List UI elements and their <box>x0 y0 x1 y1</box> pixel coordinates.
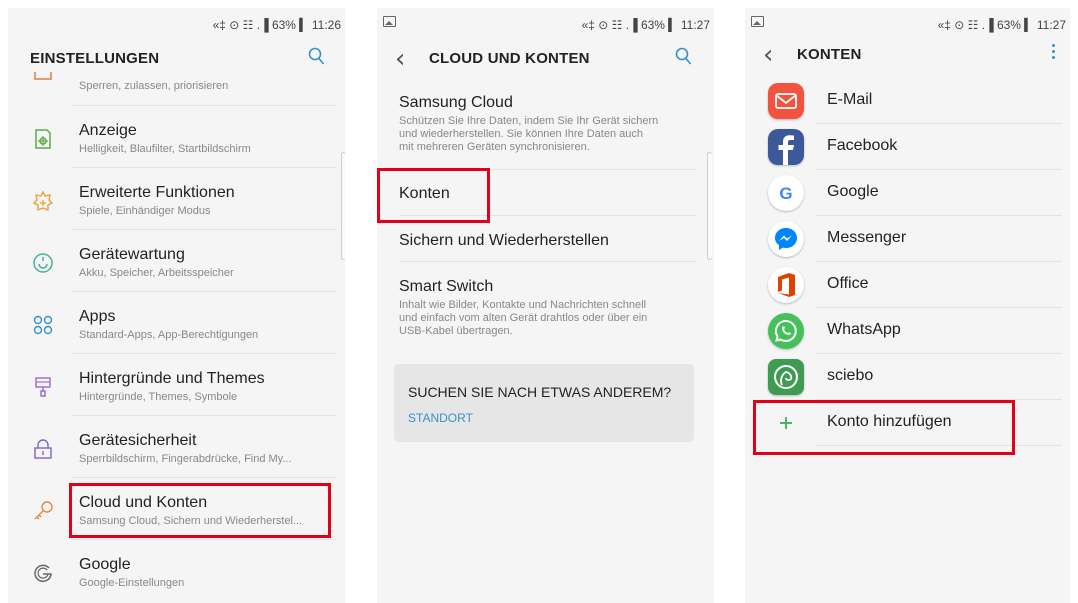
settings-item-maintenance[interactable]: Gerätewartung Akku, Speicher, Arbeitsspe… <box>8 230 345 292</box>
notifications-icon <box>34 72 52 80</box>
highlight-cloud-und-konten <box>69 483 331 538</box>
samsung-cloud-item[interactable]: Samsung Cloud Schützen Sie Ihre Daten, i… <box>377 92 714 170</box>
gallery-notification-icon <box>751 16 764 27</box>
account-label: E-Mail <box>827 91 873 108</box>
account-label: Google <box>827 183 879 200</box>
settings-item-subtitle: Google-Einstellungen <box>79 577 185 589</box>
highlight-konten <box>377 168 490 223</box>
settings-item-subtitle: Helligkeit, Blaufilter, Startbildschirm <box>79 143 251 155</box>
smart-switch-desc: USB-Kabel übertragen. <box>399 325 513 337</box>
cloud-header: ‹ CLOUD UND KONTEN <box>377 42 714 78</box>
settings-item-subtitle: Standard-Apps, App-Berechtigungen <box>79 329 259 341</box>
lock-icon <box>34 439 52 459</box>
back-arrow-icon[interactable]: ‹ <box>395 44 405 74</box>
status-indicators: «‡ ⊙ ☷ .▐ 63% ▍ 11:27 <box>937 18 1066 32</box>
svg-text:G: G <box>779 184 792 203</box>
search-icon[interactable] <box>308 47 325 66</box>
account-item-google[interactable]: G Google <box>745 170 1070 216</box>
settings-item-themes[interactable]: Hintergründe und Themes Hintergründe, Th… <box>8 354 345 416</box>
accounts-screen: «‡ ⊙ ☷ .▐ 63% ▍ 11:27 ‹ KONTEN E-Mail Fa… <box>745 8 1070 603</box>
settings-header: EINSTELLUNGEN <box>8 42 345 78</box>
suggestion-heading: SUCHEN SIE NACH ETWAS ANDEREM? <box>408 384 672 400</box>
highlight-konto-hinzufuegen <box>753 400 1015 455</box>
samsung-cloud-desc: und wiederherstellen. Sie können Ihre Da… <box>399 128 643 140</box>
settings-item-subtitle: Sperrbildschirm, Fingerabdrücke, Find My… <box>79 453 292 465</box>
account-item-whatsapp[interactable]: WhatsApp <box>745 308 1070 354</box>
account-item-office[interactable]: Office <box>745 262 1070 308</box>
settings-item-security[interactable]: Gerätesicherheit Sperrbildschirm, Finger… <box>8 416 345 478</box>
messenger-app-icon <box>768 221 804 257</box>
status-bar: «‡ ⊙ ☷ .▐ 63% ▍ 11:27 <box>745 8 1070 40</box>
email-app-icon <box>768 83 804 119</box>
backup-restore-label: Sichern und Wiederherstellen <box>399 232 609 249</box>
settings-item-google[interactable]: Google Google-Einstellungen <box>8 540 345 602</box>
smart-switch-desc: Inhalt wie Bilder, Kontakte und Nachrich… <box>399 299 647 311</box>
advanced-features-icon <box>32 190 54 212</box>
status-indicators: «‡ ⊙ ☷ .▐ 63% ▍ 11:26 <box>212 18 341 32</box>
samsung-cloud-title: Samsung Cloud <box>399 94 513 111</box>
sciebo-app-icon <box>768 359 804 395</box>
facebook-app-icon <box>768 129 804 165</box>
settings-item-advanced[interactable]: Erweiterte Funktionen Spiele, Einhändige… <box>8 168 345 230</box>
settings-item-apps[interactable]: Apps Standard-Apps, App-Berechtigungen <box>8 292 345 354</box>
page-title: KONTEN <box>797 46 862 63</box>
back-arrow-icon[interactable]: ‹ <box>763 40 773 70</box>
device-maintenance-icon <box>33 253 53 273</box>
account-item-sciebo[interactable]: sciebo <box>745 354 1070 400</box>
status-bar: «‡ ⊙ ☷ .▐ 63% ▍ 11:26 <box>8 8 345 40</box>
page-title: CLOUD UND KONTEN <box>429 50 590 67</box>
settings-screen: «‡ ⊙ ☷ .▐ 63% ▍ 11:26 EINSTELLUNGEN Sper… <box>8 8 345 603</box>
whatsapp-app-icon <box>768 313 804 349</box>
suggestion-card: SUCHEN SIE NACH ETWAS ANDEREM? STANDORT <box>394 364 694 442</box>
settings-item-title: Google <box>79 556 131 573</box>
themes-icon <box>35 377 51 397</box>
settings-item-title: Anzeige <box>79 122 137 139</box>
samsung-cloud-desc: mit mehreren Geräten synchronisieren. <box>399 141 590 153</box>
office-app-icon <box>768 267 804 303</box>
cloud-accounts-screen: «‡ ⊙ ☷ .▐ 63% ▍ 11:27 ‹ CLOUD UND KONTEN… <box>377 8 714 603</box>
page-title: EINSTELLUNGEN <box>30 50 160 67</box>
more-options-icon[interactable] <box>1052 44 1056 59</box>
smart-switch-item[interactable]: Smart Switch Inhalt wie Bilder, Kontakte… <box>377 262 714 352</box>
scrollbar[interactable] <box>707 152 712 260</box>
settings-item-title: Apps <box>79 308 116 325</box>
account-item-messenger[interactable]: Messenger <box>745 216 1070 262</box>
standort-link[interactable]: STANDORT <box>408 411 473 425</box>
account-label: WhatsApp <box>827 321 901 338</box>
account-label: sciebo <box>827 367 874 384</box>
scrollbar[interactable] <box>341 152 345 260</box>
settings-item-partial[interactable]: Sperren, zulassen, priorisieren <box>8 72 345 106</box>
account-label: Messenger <box>827 229 907 246</box>
settings-item-title: Hintergründe und Themes <box>79 370 265 387</box>
gallery-notification-icon <box>383 16 396 27</box>
google-app-icon: G <box>768 175 804 211</box>
samsung-cloud-desc: Schützen Sie Ihre Daten, indem Sie Ihr G… <box>399 115 659 127</box>
account-label: Facebook <box>827 137 898 154</box>
account-item-email[interactable]: E-Mail <box>745 78 1070 124</box>
accounts-header: ‹ KONTEN <box>745 38 1070 74</box>
smart-switch-title: Smart Switch <box>399 278 494 295</box>
status-indicators: «‡ ⊙ ☷ .▐ 63% ▍ 11:27 <box>581 18 710 32</box>
settings-item-subtitle: Sperren, zulassen, priorisieren <box>79 80 229 92</box>
display-icon <box>35 129 51 149</box>
google-g-icon <box>34 564 52 583</box>
search-icon[interactable] <box>675 47 692 66</box>
smart-switch-desc: und einfach vom alten Gerät drahtlos ode… <box>399 312 648 324</box>
account-item-facebook[interactable]: Facebook <box>745 124 1070 170</box>
settings-item-subtitle: Spiele, Einhändiger Modus <box>79 205 211 217</box>
apps-icon <box>33 315 53 335</box>
key-icon <box>34 501 53 520</box>
settings-item-title: Gerätesicherheit <box>79 432 197 449</box>
status-bar: «‡ ⊙ ☷ .▐ 63% ▍ 11:27 <box>377 8 714 40</box>
settings-item-title: Gerätewartung <box>79 246 185 263</box>
settings-item-subtitle: Hintergründe, Themes, Symbole <box>79 391 238 403</box>
settings-item-title: Erweiterte Funktionen <box>79 184 235 201</box>
account-label: Office <box>827 275 869 292</box>
settings-item-display[interactable]: Anzeige Helligkeit, Blaufilter, Startbil… <box>8 106 345 168</box>
settings-item-subtitle: Akku, Speicher, Arbeitsspeicher <box>79 267 234 279</box>
